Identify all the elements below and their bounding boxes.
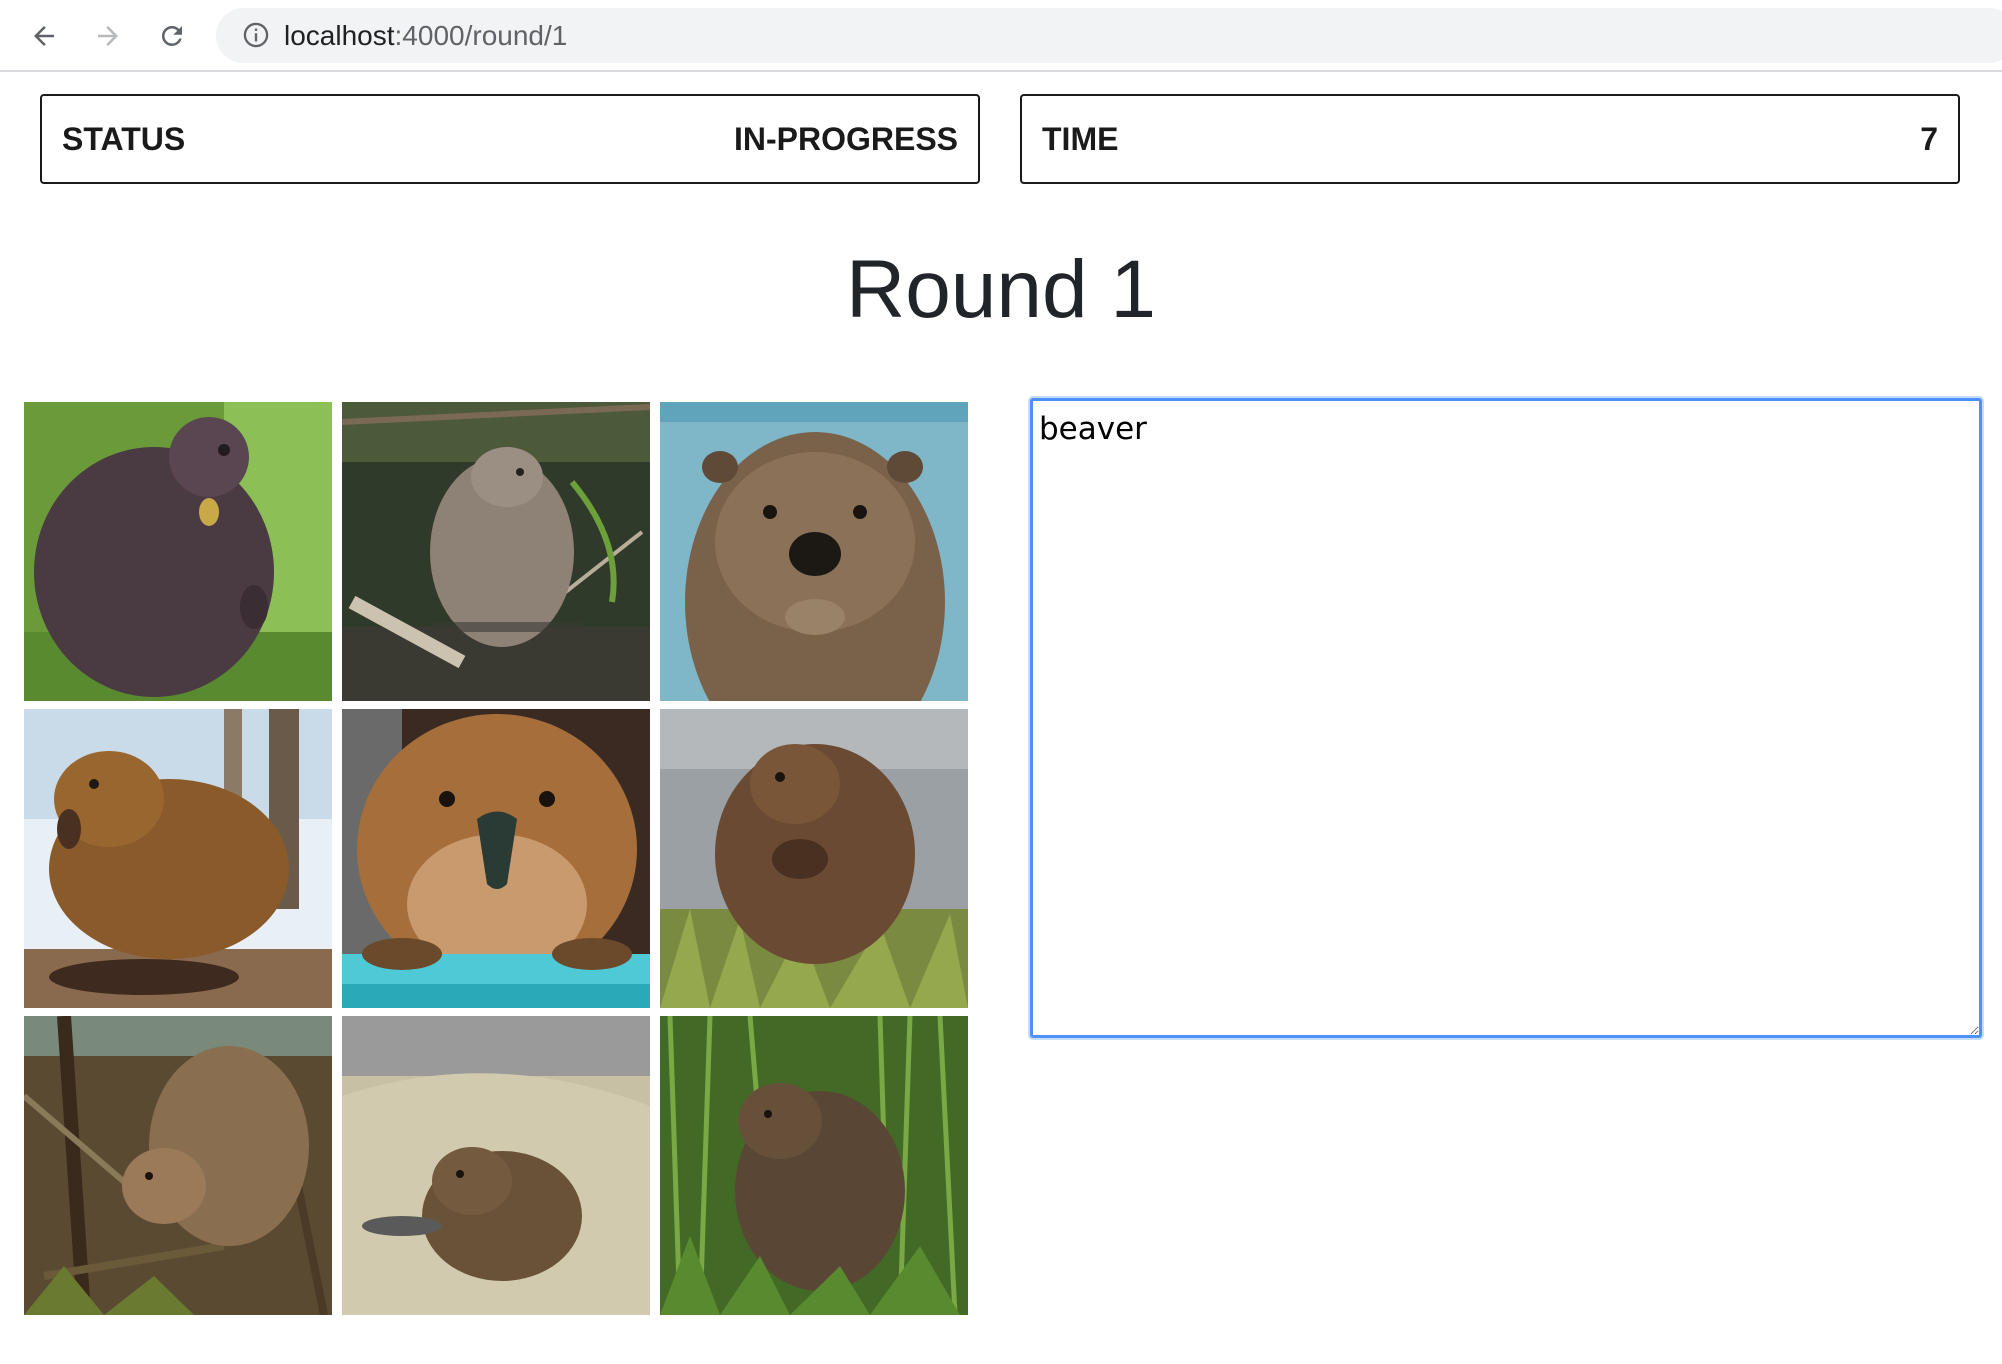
url-path: :4000/round/1 [394, 20, 568, 51]
beaver-photo-snow [24, 709, 332, 1008]
status-label: STATUS [62, 120, 186, 157]
time-value: 7 [1920, 120, 1938, 157]
image-grid [24, 402, 968, 1315]
beaver-photo-grass [24, 402, 332, 701]
browser-toolbar: localhost:4000/round/1 [0, 0, 2002, 72]
beaver-image-7[interactable] [24, 1016, 332, 1315]
address-bar[interactable]: localhost:4000/round/1 [216, 8, 2002, 63]
beaver-image-1[interactable] [24, 402, 332, 701]
url-host: localhost [284, 20, 395, 51]
beaver-image-4[interactable] [24, 709, 332, 1008]
beaver-image-6[interactable] [660, 709, 968, 1008]
beaver-image-5[interactable] [342, 709, 650, 1008]
reload-icon [161, 25, 182, 46]
beaver-photo-hay [342, 1016, 650, 1315]
beaver-photo-road [660, 709, 968, 1008]
page-title: Round 1 [845, 244, 1157, 335]
info-icon[interactable] [242, 21, 270, 49]
time-panel: TIME 7 [1020, 94, 1960, 184]
beaver-photo-closeup [660, 402, 968, 701]
beaver-photo-branches [24, 1016, 332, 1315]
beaver-image-9[interactable] [660, 1016, 968, 1315]
beaver-photo-tall-grass [660, 1016, 968, 1315]
time-label: TIME [1042, 120, 1119, 157]
page-content: STATUS IN-PROGRESS TIME 7 Round 1 beaver [0, 72, 2002, 1364]
arrow-right-icon [98, 26, 118, 46]
arrow-left-icon [34, 26, 54, 46]
status-panel: STATUS IN-PROGRESS [40, 94, 980, 184]
forward-button[interactable] [86, 14, 130, 58]
beaver-photo-stream [342, 402, 650, 701]
beaver-image-8[interactable] [342, 1016, 650, 1315]
url-text: localhost:4000/round/1 [284, 22, 567, 50]
beaver-image-3[interactable] [660, 402, 968, 701]
beaver-photo-ledge [342, 709, 650, 1008]
back-button[interactable] [22, 14, 66, 58]
beaver-image-2[interactable] [342, 402, 650, 701]
status-value: IN-PROGRESS [733, 120, 958, 157]
answer-textarea[interactable]: beaver [1030, 398, 1982, 1038]
reload-button[interactable] [150, 14, 194, 58]
